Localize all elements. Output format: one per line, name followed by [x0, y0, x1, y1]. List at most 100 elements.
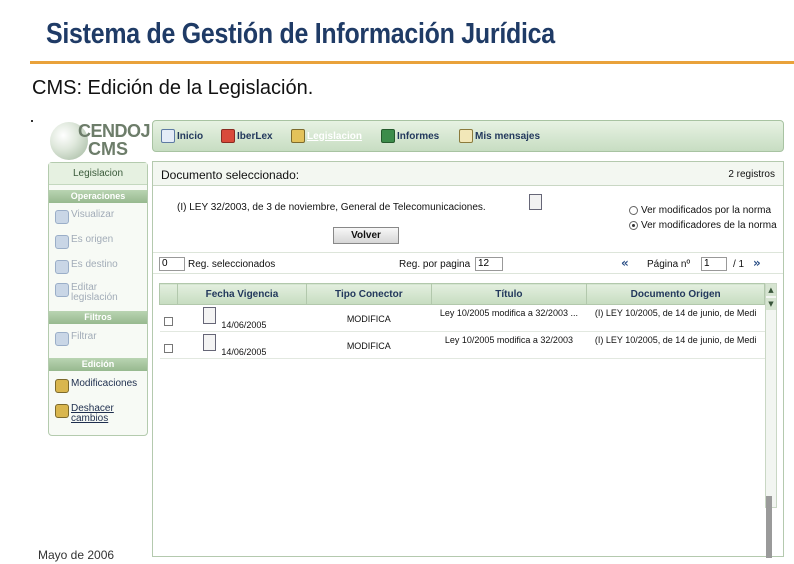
modifications-icon [55, 379, 69, 393]
document-icon[interactable] [203, 334, 217, 351]
nav-item-informes[interactable]: Informes [381, 127, 439, 145]
left-sidebar: Legislacion Operaciones Visualizar Es or… [48, 162, 148, 436]
section-edicion: Edición [49, 358, 147, 371]
sidebar-item-visualizar[interactable]: Visualizar [55, 210, 147, 224]
column-header-origen[interactable]: Documento Origen [586, 283, 765, 305]
selected-count-field: 0 [159, 257, 185, 271]
scroll-up-icon[interactable]: ▲ [766, 284, 776, 296]
home-icon [161, 129, 175, 143]
edit-icon [55, 283, 69, 297]
results-table: Fecha Vigencia Tipo Conector Título Docu… [159, 283, 765, 359]
nav-label: Legislacion [307, 130, 363, 142]
per-page-label: Reg. por pagina [399, 259, 471, 270]
slide-subtitle: CMS: Edición de la Legislación. [32, 77, 314, 99]
nav-label: Mis mensajes [475, 130, 541, 142]
logo-text-cms: CMS [88, 139, 128, 159]
nav-item-legislacion[interactable]: Legislacion [291, 127, 362, 145]
column-header-select [159, 283, 178, 305]
records-count: 2 registros [728, 169, 775, 180]
volver-button[interactable]: Volver [333, 227, 399, 244]
document-header: Documento seleccionado: 2 registros [153, 162, 783, 186]
sidebar-item-es-destino[interactable]: Es destino [55, 260, 147, 274]
sidebar-item-label: Editar legislación [71, 282, 118, 303]
first-page-icon[interactable]: « [621, 256, 629, 270]
document-icon[interactable] [529, 194, 542, 210]
radio-label: Ver modificadores de la norma [641, 220, 777, 231]
nav-label: Inicio [177, 130, 204, 142]
fecha-cell: 14/06/2005 [177, 331, 307, 359]
title-divider [30, 61, 794, 64]
sidebar-item-es-origen[interactable]: Es origen [55, 235, 147, 249]
sidebar-item-editar-legislacion[interactable]: Editar legislación [55, 283, 125, 303]
selected-document-text: (I) LEY 32/2003, de 3 de noviembre, Gene… [177, 202, 486, 213]
last-page-icon[interactable]: » [753, 256, 761, 270]
page-total: / 1 [733, 259, 745, 270]
row-checkbox[interactable] [163, 344, 173, 353]
titulo-cell: Ley 10/2005 modifica a 32/2003 [431, 331, 587, 359]
sidebar-item-label: Visualizar [71, 209, 115, 220]
nav-item-inicio[interactable]: Inicio [161, 127, 203, 145]
undo-icon [55, 404, 69, 418]
top-navigation: Inicio IberLex Legislacion Informes Mis … [152, 120, 784, 152]
column-header-tipo[interactable]: Tipo Conector [306, 283, 432, 305]
sidebar-item-modificaciones[interactable]: Modificaciones [55, 379, 147, 393]
sidebar-header: Legislacion [49, 163, 147, 185]
row-checkbox[interactable] [163, 317, 173, 326]
document-icon[interactable] [203, 307, 217, 324]
fecha-value: 14/06/2005 [221, 347, 267, 357]
destination-icon [55, 260, 69, 274]
section-operaciones: Operaciones [49, 190, 147, 203]
grid-toolbar: 0 Reg. seleccionados Reg. por pagina 12 … [153, 252, 783, 274]
sidebar-item-label: Modificaciones [71, 378, 138, 389]
nav-label: Informes [397, 130, 440, 142]
mail-icon [459, 129, 473, 143]
per-page-input[interactable]: 12 [475, 257, 503, 271]
radio-label: Ver modificados por la norma [641, 205, 772, 216]
radio-ver-modificadores[interactable]: Ver modificadores de la norma [629, 220, 777, 231]
fecha-cell: 14/06/2005 [177, 304, 307, 332]
sidebar-item-filtrar[interactable]: Filtrar [55, 332, 147, 346]
origen-cell: (I) LEY 10/2005, de 14 de junio, de Medi [586, 331, 765, 359]
table-row[interactable]: 14/06/2005 MODIFICA Ley 10/2005 modifica… [159, 331, 765, 359]
radio-ver-modificados[interactable]: Ver modificados por la norma [629, 205, 771, 216]
cendoj-cms-logo: CENDOJ CMS [48, 119, 151, 161]
page-number-label: Página nº [647, 259, 691, 270]
nav-label: IberLex [237, 130, 273, 142]
section-filtros: Filtros [49, 311, 147, 324]
row-select-cell [159, 304, 178, 332]
sidebar-item-label: Es origen [71, 234, 114, 245]
sidebar-item-deshacer-cambios[interactable]: Deshacer cambios [55, 404, 117, 424]
sidebar-item-label: Deshacer cambios [71, 403, 114, 424]
table-row[interactable]: 14/06/2005 MODIFICA Ley 10/2005 modifica… [159, 304, 765, 332]
nav-item-iberlex[interactable]: IberLex [221, 127, 273, 145]
table-scrollbar[interactable]: ▲ ▼ [765, 283, 777, 508]
radio-button-checked[interactable] [629, 221, 638, 230]
titulo-cell: Ley 10/2005 modifica a 32/2003 ... [431, 304, 587, 332]
sidebar-item-label: Es destino [71, 259, 118, 270]
selected-count-label: Reg. seleccionados [188, 259, 276, 270]
chart-icon [381, 129, 395, 143]
page-number-input[interactable]: 1 [701, 257, 727, 271]
document-header-label: Documento seleccionado: [161, 168, 300, 182]
slide-footer-date: Mayo de 2006 [38, 548, 115, 562]
radio-button[interactable] [629, 206, 638, 215]
iberlex-icon [221, 129, 235, 143]
column-header-fecha[interactable]: Fecha Vigencia [176, 283, 308, 305]
origen-cell: (I) LEY 10/2005, de 14 de junio, de Medi [586, 304, 765, 332]
bullet-dot [31, 120, 33, 122]
table-header-row: Fecha Vigencia Tipo Conector Título Docu… [159, 283, 765, 305]
legislacion-icon [291, 129, 305, 143]
scroll-down-icon[interactable]: ▼ [766, 298, 776, 310]
fecha-value: 14/06/2005 [221, 320, 267, 330]
column-header-titulo[interactable]: Título [430, 283, 588, 305]
tipo-cell: MODIFICA [306, 304, 432, 332]
main-panel: Documento seleccionado: 2 registros (I) … [152, 161, 784, 557]
filter-icon [55, 332, 69, 346]
origin-icon [55, 235, 69, 249]
nav-item-mis-mensajes[interactable]: Mis mensajes [459, 127, 540, 145]
sidebar-item-label: Filtrar [71, 331, 97, 342]
slide-title: Sistema de Gestión de Información Jurídi… [46, 18, 555, 50]
window-edge-shadow [766, 496, 772, 558]
row-select-cell [159, 331, 178, 359]
tipo-cell: MODIFICA [306, 331, 432, 359]
